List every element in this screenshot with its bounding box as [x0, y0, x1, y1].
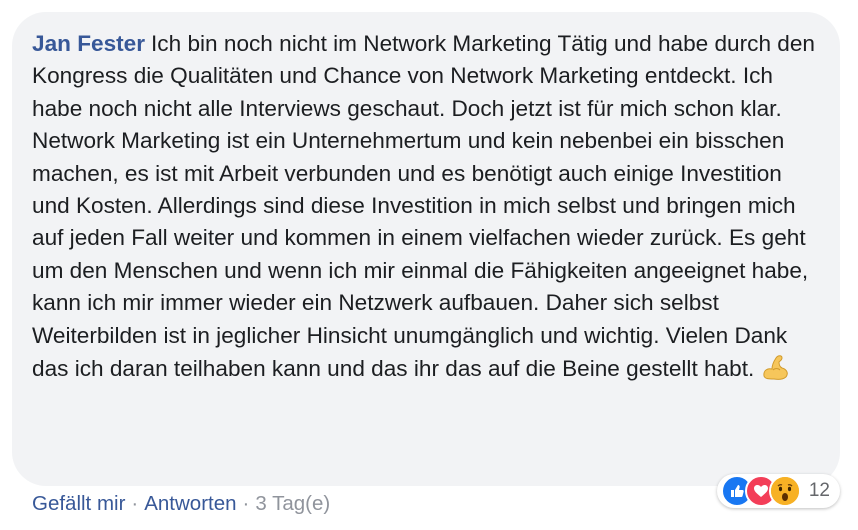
separator-dot: ·: [131, 492, 139, 515]
reactions-summary[interactable]: 12: [716, 474, 840, 508]
comment-author[interactable]: Jan Fester: [32, 31, 145, 56]
flexed-biceps-emoji-icon: [760, 352, 790, 382]
reaction-count: 12: [808, 480, 830, 501]
comment-actions: Gefällt mir · Antworten · 3 Tag(e): [32, 492, 330, 516]
like-button[interactable]: Gefällt mir: [32, 492, 125, 516]
comment-timestamp[interactable]: 3 Tag(e): [255, 492, 330, 516]
comment-text: Ich bin noch nicht im Network Marketing …: [32, 31, 815, 382]
reply-button[interactable]: Antworten: [144, 492, 236, 516]
wow-icon: [768, 475, 801, 507]
comment-body: Jan Fester Ich bin noch nicht im Network …: [32, 28, 822, 385]
separator-dot: ·: [242, 492, 250, 515]
